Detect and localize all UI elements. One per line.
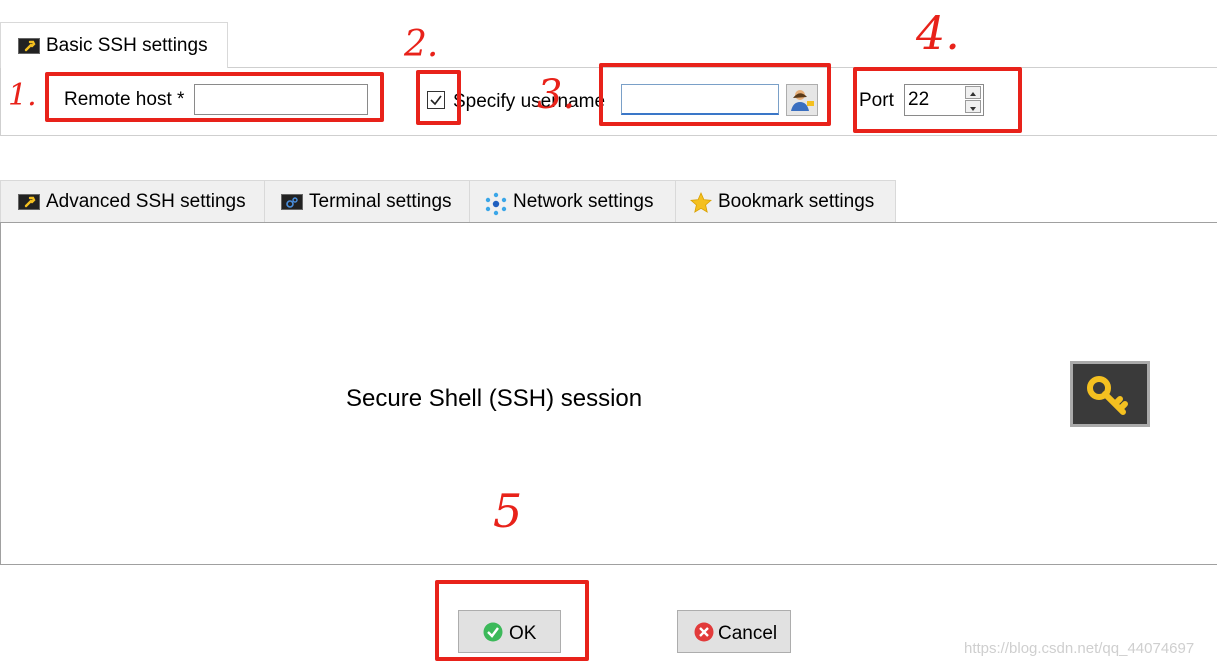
annotation-number-5: 5 bbox=[493, 484, 523, 538]
tab-label: Bookmark settings bbox=[718, 191, 875, 212]
cancel-button[interactable]: Cancel bbox=[677, 610, 791, 653]
cancel-label: Cancel bbox=[718, 623, 778, 644]
tab-terminal-settings[interactable]: Terminal settings bbox=[264, 180, 470, 223]
annotation-box-1 bbox=[45, 72, 384, 122]
annotation-box-3 bbox=[599, 63, 831, 126]
tab-label: Advanced SSH settings bbox=[46, 191, 246, 212]
annotation-box-2 bbox=[416, 70, 461, 125]
annotation-number-2: 2. bbox=[404, 24, 439, 65]
annotation-number-4: 4. bbox=[916, 6, 960, 60]
annotation-box-5 bbox=[435, 580, 589, 661]
tab-label: Basic SSH settings bbox=[46, 35, 208, 56]
watermark: https://blog.csdn.net/qq_44074697 bbox=[964, 640, 1195, 657]
specify-username-label: Specify username bbox=[453, 91, 606, 112]
tab-bookmark-settings[interactable]: Bookmark settings bbox=[675, 180, 896, 223]
close-circle-icon bbox=[694, 622, 714, 642]
star-icon bbox=[690, 192, 712, 213]
wrench-icon bbox=[18, 38, 40, 54]
tab-basic-ssh-settings[interactable]: Basic SSH settings bbox=[0, 22, 228, 68]
tab-label: Terminal settings bbox=[309, 191, 452, 212]
wrench-icon bbox=[18, 194, 40, 210]
tab-advanced-ssh-settings[interactable]: Advanced SSH settings bbox=[0, 180, 265, 223]
tab-network-settings[interactable]: Network settings bbox=[469, 180, 676, 223]
annotation-number-3: 3. bbox=[537, 72, 576, 118]
annotation-box-4 bbox=[853, 67, 1022, 133]
network-icon bbox=[485, 192, 507, 216]
tab-label: Network settings bbox=[513, 191, 654, 212]
key-icon bbox=[1070, 361, 1150, 427]
session-title: Secure Shell (SSH) session bbox=[346, 385, 643, 412]
terminal-gear-icon bbox=[281, 194, 303, 210]
annotation-number-1: 1. bbox=[8, 78, 37, 113]
